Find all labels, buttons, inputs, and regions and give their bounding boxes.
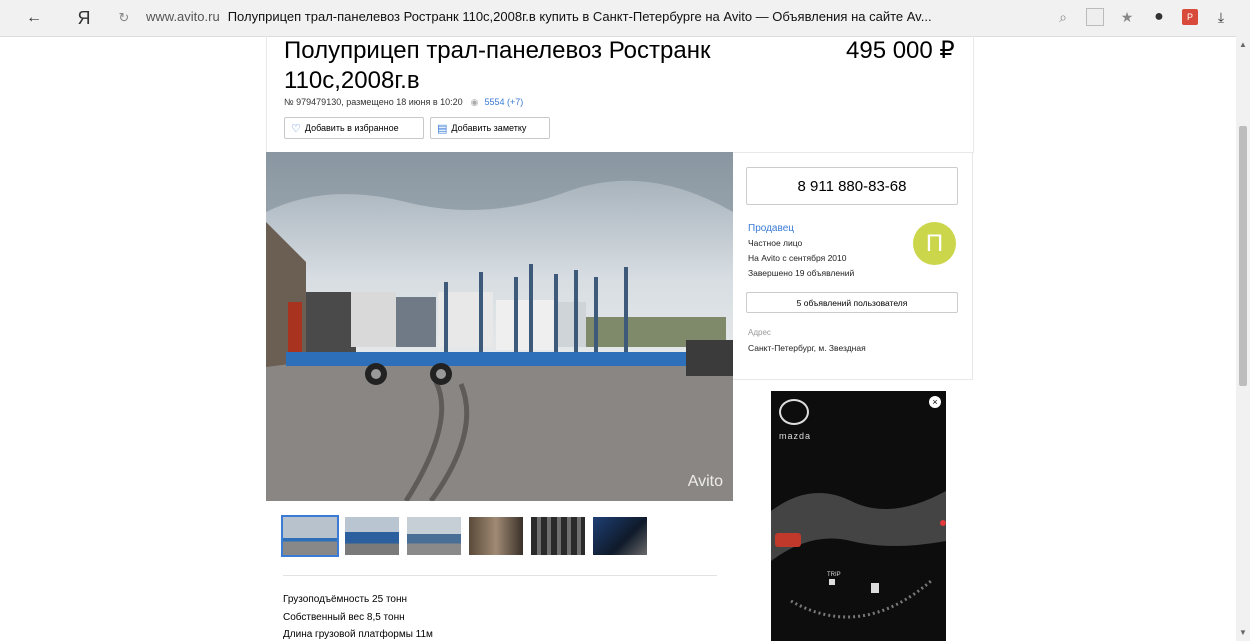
thumbnail-2[interactable] [345,517,399,555]
note-icon: ▤ [437,122,448,135]
divider [283,575,717,576]
seller-completed: Завершено 19 объявлений [748,268,855,278]
pdf-extension-icon[interactable]: P [1182,9,1198,25]
description-line: Собственный вес 8,5 тонн [283,611,405,623]
star-icon[interactable]: ★ [1118,8,1136,26]
add-to-favorites-label: Добавить в избранное [304,123,399,133]
listing-meta: № 979479130, размещено 18 июня в 10:20 ◉ 5… [284,97,523,108]
download-icon[interactable]: ⤓ [1212,8,1230,26]
extension-icon[interactable]: ● [1150,8,1168,25]
thumbnail-strip [281,515,647,557]
scroll-down-icon[interactable]: ▼ [1239,628,1247,637]
add-note-button[interactable]: ▤ Добавить заметку [430,117,550,139]
ad-trip-label: TRIP [827,572,841,578]
listing-price: 495 000 ₽ [846,37,955,64]
search-icon[interactable]: ⌕ [1054,8,1072,26]
back-icon[interactable]: ← [22,6,46,30]
browser-toolbar: ← Я ↻ www.avito.ru Полуприцеп трал-панеле… [0,0,1250,37]
description-line: Грузоподъёмность 25 тонн [283,594,408,605]
yandex-icon[interactable]: Я [72,6,96,30]
thumbnail-3[interactable] [407,517,461,555]
reader-icon[interactable] [1086,8,1104,26]
description: Грузоподъёмность 25 тонн Собственный вес… [283,591,433,644]
address-value: Санкт-Петербург, м. Звездная [748,343,866,353]
thumbnail-5[interactable] [531,517,585,555]
avito-watermark: Avito [687,473,723,490]
reload-icon[interactable]: ↻ [116,6,132,30]
scrollbar[interactable]: ▲ ▼ [1236,36,1250,641]
listing-title: Полуприцеп трал-панелевоз Ространк 110с,… [284,37,711,94]
phone-button[interactable]: 8 911 880-83-68 [746,167,958,205]
avatar[interactable]: П [913,222,956,265]
thumbnail-4[interactable] [469,517,523,555]
url-page-title: Полуприцеп трал-панелевоз Ространк 110с,… [227,9,932,24]
views-count[interactable]: 5554 (+7) [485,97,524,107]
mazda-ad-banner[interactable]: mazda × TRIP [771,391,946,641]
address-label: Адрес [748,328,771,337]
heart-icon: ♡ [291,122,301,135]
thumbnail-1[interactable] [281,515,339,557]
add-note-label: Добавить заметку [451,123,527,133]
address-bar[interactable]: www.avito.ru Полуприцеп трал-панелевоз Ро… [146,9,1036,29]
seller-items-button[interactable]: 5 объявлений пользователя [746,292,958,313]
main-photo[interactable]: Avito [266,152,733,501]
scroll-up-icon[interactable]: ▲ [1239,40,1247,49]
seller-link[interactable]: Продавец [748,223,794,234]
url-host: www.avito.ru [146,9,220,24]
eye-icon: ◉ [470,97,479,107]
add-to-favorites-button[interactable]: ♡ Добавить в избранное [284,117,424,139]
trailer-photo-illustration [266,152,733,501]
thumbnail-6[interactable] [593,517,647,555]
ad-artwork: TRIP [771,491,946,619]
listing-number-date: № 979479130, размещено 18 июня в 10:20 [284,97,463,107]
scroll-thumb[interactable] [1239,126,1247,386]
seller-since: На Avito с сентября 2010 [748,253,847,263]
seller-type: Частное лицо [748,238,803,248]
